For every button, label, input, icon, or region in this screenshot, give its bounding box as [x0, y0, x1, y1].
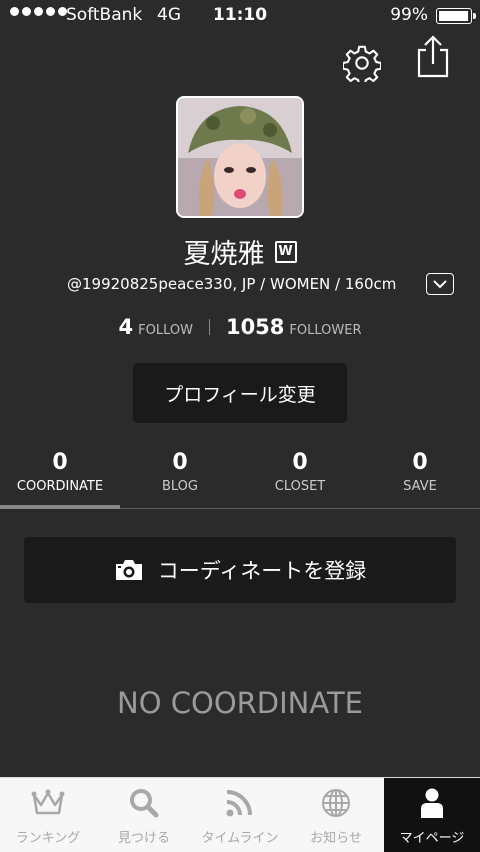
search-icon — [130, 789, 159, 818]
camera-icon — [115, 560, 142, 580]
expand-profile-button[interactable] — [426, 273, 454, 295]
divider — [208, 319, 210, 335]
tabbar-label: お知らせ — [310, 831, 362, 846]
tabbar-label: ランキング — [15, 831, 81, 846]
crown-icon — [31, 789, 65, 815]
follow-label[interactable]: FOLLOW — [138, 323, 193, 338]
edit-profile-button[interactable]: プロフィール変更 — [133, 363, 347, 423]
profile-name-row: 夏焼雅 W — [0, 232, 480, 271]
tabbar-discover[interactable]: 見つける — [96, 778, 192, 852]
empty-state-text: NO COORDINATE — [117, 686, 363, 720]
register-coordinate-button[interactable]: コーディネートを登録 — [24, 537, 456, 603]
active-tab-indicator — [0, 505, 120, 509]
tabbar-label: マイページ — [399, 831, 465, 846]
battery-percent: 99% — [390, 5, 428, 25]
tab-label: BLOG — [161, 479, 198, 494]
register-coordinate-label: コーディネートを登録 — [157, 559, 367, 583]
tab-blog[interactable]: 0 BLOG — [120, 448, 240, 510]
profile-name: 夏焼雅 — [183, 239, 265, 270]
follow-count[interactable]: 4 — [119, 315, 134, 339]
follower-count[interactable]: 1058 — [226, 315, 284, 339]
tabbar-timeline[interactable]: タイムライン — [192, 778, 288, 852]
person-icon — [421, 788, 443, 818]
tab-label: COORDINATE — [16, 479, 104, 494]
avatar[interactable] — [176, 96, 304, 218]
tab-count: 0 — [172, 450, 188, 475]
tab-count: 0 — [52, 450, 68, 475]
rss-icon — [226, 790, 252, 817]
women-badge: W — [274, 240, 297, 263]
bottom-tab-bar: ランキング 見つける タイムライン お知らせ マイページ — [0, 777, 480, 852]
tabbar-label: タイムライン — [201, 831, 279, 846]
status-bar: SoftBank 4G 11:10 99% — [0, 0, 480, 30]
globe-icon — [322, 789, 350, 817]
profile-meta: @19920825peace330, JP / WOMEN / 160cm — [67, 275, 397, 293]
share-icon[interactable] — [414, 34, 452, 78]
tab-label: CLOSET — [274, 479, 326, 494]
avatar-photo — [178, 98, 302, 216]
content-tabs: 0 COORDINATE 0 BLOG 0 CLOSET 0 SAVE — [0, 448, 480, 510]
tabbar-ranking[interactable]: ランキング — [0, 778, 96, 852]
tab-coordinate[interactable]: 0 COORDINATE — [0, 448, 120, 510]
tab-count: 0 — [292, 450, 308, 475]
tab-label: SAVE — [403, 479, 437, 494]
follow-stats: 4 FOLLOW 1058 FOLLOWER — [0, 315, 480, 339]
follower-label[interactable]: FOLLOWER — [289, 323, 361, 338]
gear-icon[interactable] — [343, 44, 381, 82]
tab-closet[interactable]: 0 CLOSET — [240, 448, 360, 510]
tab-save[interactable]: 0 SAVE — [360, 448, 480, 510]
tabbar-notifications[interactable]: お知らせ — [288, 778, 384, 852]
tabbar-mypage[interactable]: マイページ — [384, 778, 480, 852]
tabbar-label: 見つける — [117, 831, 170, 846]
battery-icon — [436, 8, 476, 24]
chevron-down-icon — [433, 280, 447, 289]
tab-count: 0 — [412, 450, 428, 475]
